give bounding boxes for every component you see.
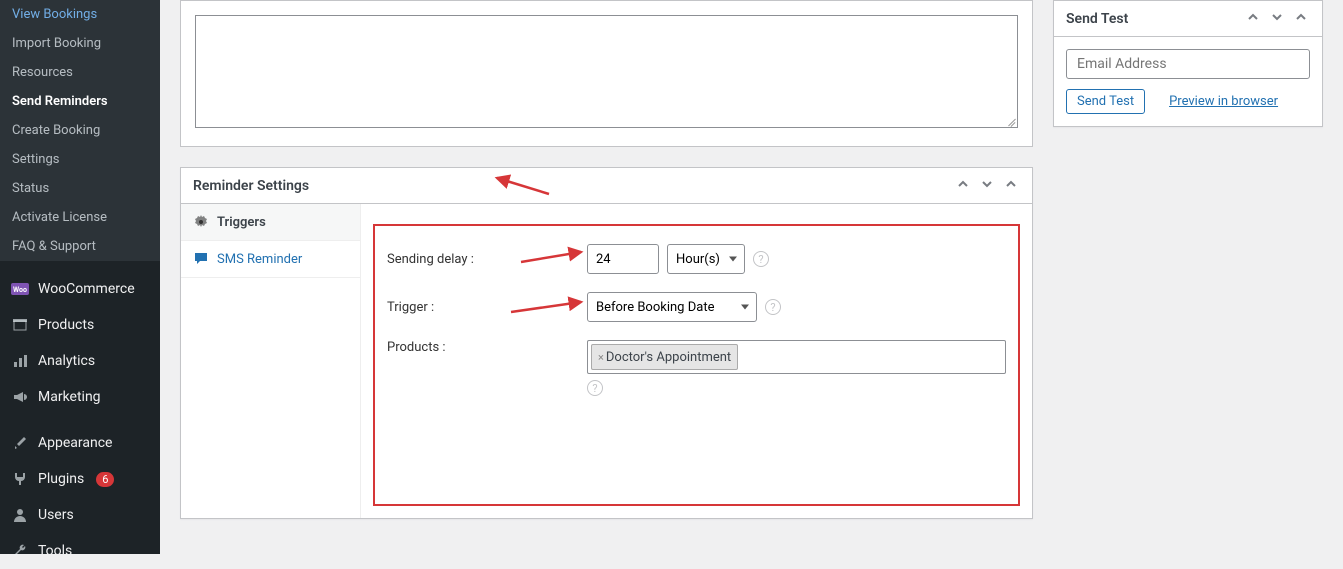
tab-triggers[interactable]: Triggers [181,204,360,241]
aside-column: Send Test Send Test Preview in browser [1053,0,1343,554]
sidebar-item-send-reminders[interactable]: Send Reminders [0,87,160,116]
megaphone-icon [10,387,30,407]
preview-in-browser-link[interactable]: Preview in browser [1169,94,1278,109]
sidebar-item-label: Tools [38,543,72,559]
admin-sidebar: View Bookings Import Booking Resources S… [0,0,160,554]
submenu-bookings: View Bookings Import Booking Resources S… [0,0,160,261]
send-test-button[interactable]: Send Test [1066,89,1145,114]
toggle-panel-icon[interactable] [1292,11,1310,27]
tab-label: SMS Reminder [217,252,302,267]
sidebar-item-tools[interactable]: Tools [0,533,160,569]
user-icon [10,505,30,525]
gear-icon [193,214,209,230]
speech-bubble-icon [193,251,209,267]
brush-icon [10,433,30,453]
sidebar-item-label: Products [38,317,94,333]
product-tag-label: Doctor's Appointment [606,350,731,365]
sidebar-item-users[interactable]: Users [0,497,160,533]
products-multiselect[interactable]: × Doctor's Appointment [587,340,1006,374]
sidebar-item-faq-support[interactable]: FAQ & Support [0,232,160,261]
settings-tabs: Triggers SMS Reminder [181,204,361,518]
sidebar-item-label: Users [38,507,74,523]
main-content: Reminder Settings Triggers SMS Reminder [160,0,1053,554]
trigger-label: Trigger : [387,300,587,315]
sidebar-item-label: Plugins [38,471,84,487]
reminder-settings-body: Triggers SMS Reminder Sending delay : Ho… [181,204,1032,518]
sidebar-item-status[interactable]: Status [0,174,160,203]
sidebar-item-woocommerce[interactable]: Woo WooCommerce [0,271,160,307]
sidebar-item-create-booking[interactable]: Create Booking [0,116,160,145]
order-up-icon[interactable] [954,178,972,194]
order-up-icon[interactable] [1244,11,1262,27]
test-email-input[interactable] [1066,49,1310,79]
woocommerce-icon: Woo [10,279,30,299]
reminder-settings-title: Reminder Settings [193,178,309,194]
reminder-settings-postbox: Reminder Settings Triggers SMS Reminder [180,167,1033,519]
wrench-icon [10,541,30,561]
sidebar-item-products[interactable]: Products [0,307,160,343]
order-down-icon[interactable] [1268,11,1286,27]
postbox-toggle-group [954,178,1020,194]
send-test-title: Send Test [1066,11,1128,27]
sidebar-item-analytics[interactable]: Analytics [0,343,160,379]
plug-icon [10,469,30,489]
sidebar-item-label: Marketing [38,389,101,405]
settings-panel: Sending delay : Hour(s) ? Trigger : [361,204,1032,518]
sending-delay-input[interactable] [587,244,659,274]
help-icon[interactable]: ? [765,299,781,315]
tab-label: Triggers [217,215,266,230]
products-label: Products : [387,340,587,355]
sidebar-item-settings[interactable]: Settings [0,145,160,174]
sidebar-item-label: Analytics [38,353,95,369]
sending-delay-label: Sending delay : [387,252,587,267]
analytics-icon [10,351,30,371]
sidebar-item-label: Appearance [38,435,112,451]
postbox-header: Reminder Settings [181,168,1032,204]
order-down-icon[interactable] [978,178,996,194]
remove-tag-icon[interactable]: × [598,351,604,364]
plugins-update-badge: 6 [96,472,114,487]
sidebar-item-appearance[interactable]: Appearance [0,425,160,461]
svg-text:Woo: Woo [13,286,27,294]
sidebar-item-import-booking[interactable]: Import Booking [0,29,160,58]
help-icon[interactable]: ? [753,251,769,267]
sending-delay-unit-select[interactable]: Hour(s) [667,244,745,274]
help-icon[interactable]: ? [587,380,603,396]
sidebar-item-marketing[interactable]: Marketing [0,379,160,415]
product-tag: × Doctor's Appointment [591,344,738,370]
message-textarea[interactable] [195,15,1018,128]
sidebar-item-plugins[interactable]: Plugins 6 [0,461,160,497]
sidebar-item-label: WooCommerce [38,281,135,297]
postbox-toggle-group [1244,11,1310,27]
products-icon [10,315,30,335]
tab-sms-reminder[interactable]: SMS Reminder [181,241,360,278]
send-test-body: Send Test Preview in browser [1054,37,1322,126]
postbox-header: Send Test [1054,1,1322,37]
sidebar-item-view-bookings[interactable]: View Bookings [0,0,160,29]
sidebar-item-resources[interactable]: Resources [0,58,160,87]
sidebar-item-activate-license[interactable]: Activate License [0,203,160,232]
highlighted-settings-frame: Sending delay : Hour(s) ? Trigger : [373,224,1020,506]
previous-postbox-partial [180,0,1033,147]
trigger-select[interactable]: Before Booking Date [587,292,757,322]
send-test-postbox: Send Test Send Test Preview in browser [1053,0,1323,127]
toggle-panel-icon[interactable] [1002,178,1020,194]
resize-handle-icon[interactable] [1005,115,1015,125]
